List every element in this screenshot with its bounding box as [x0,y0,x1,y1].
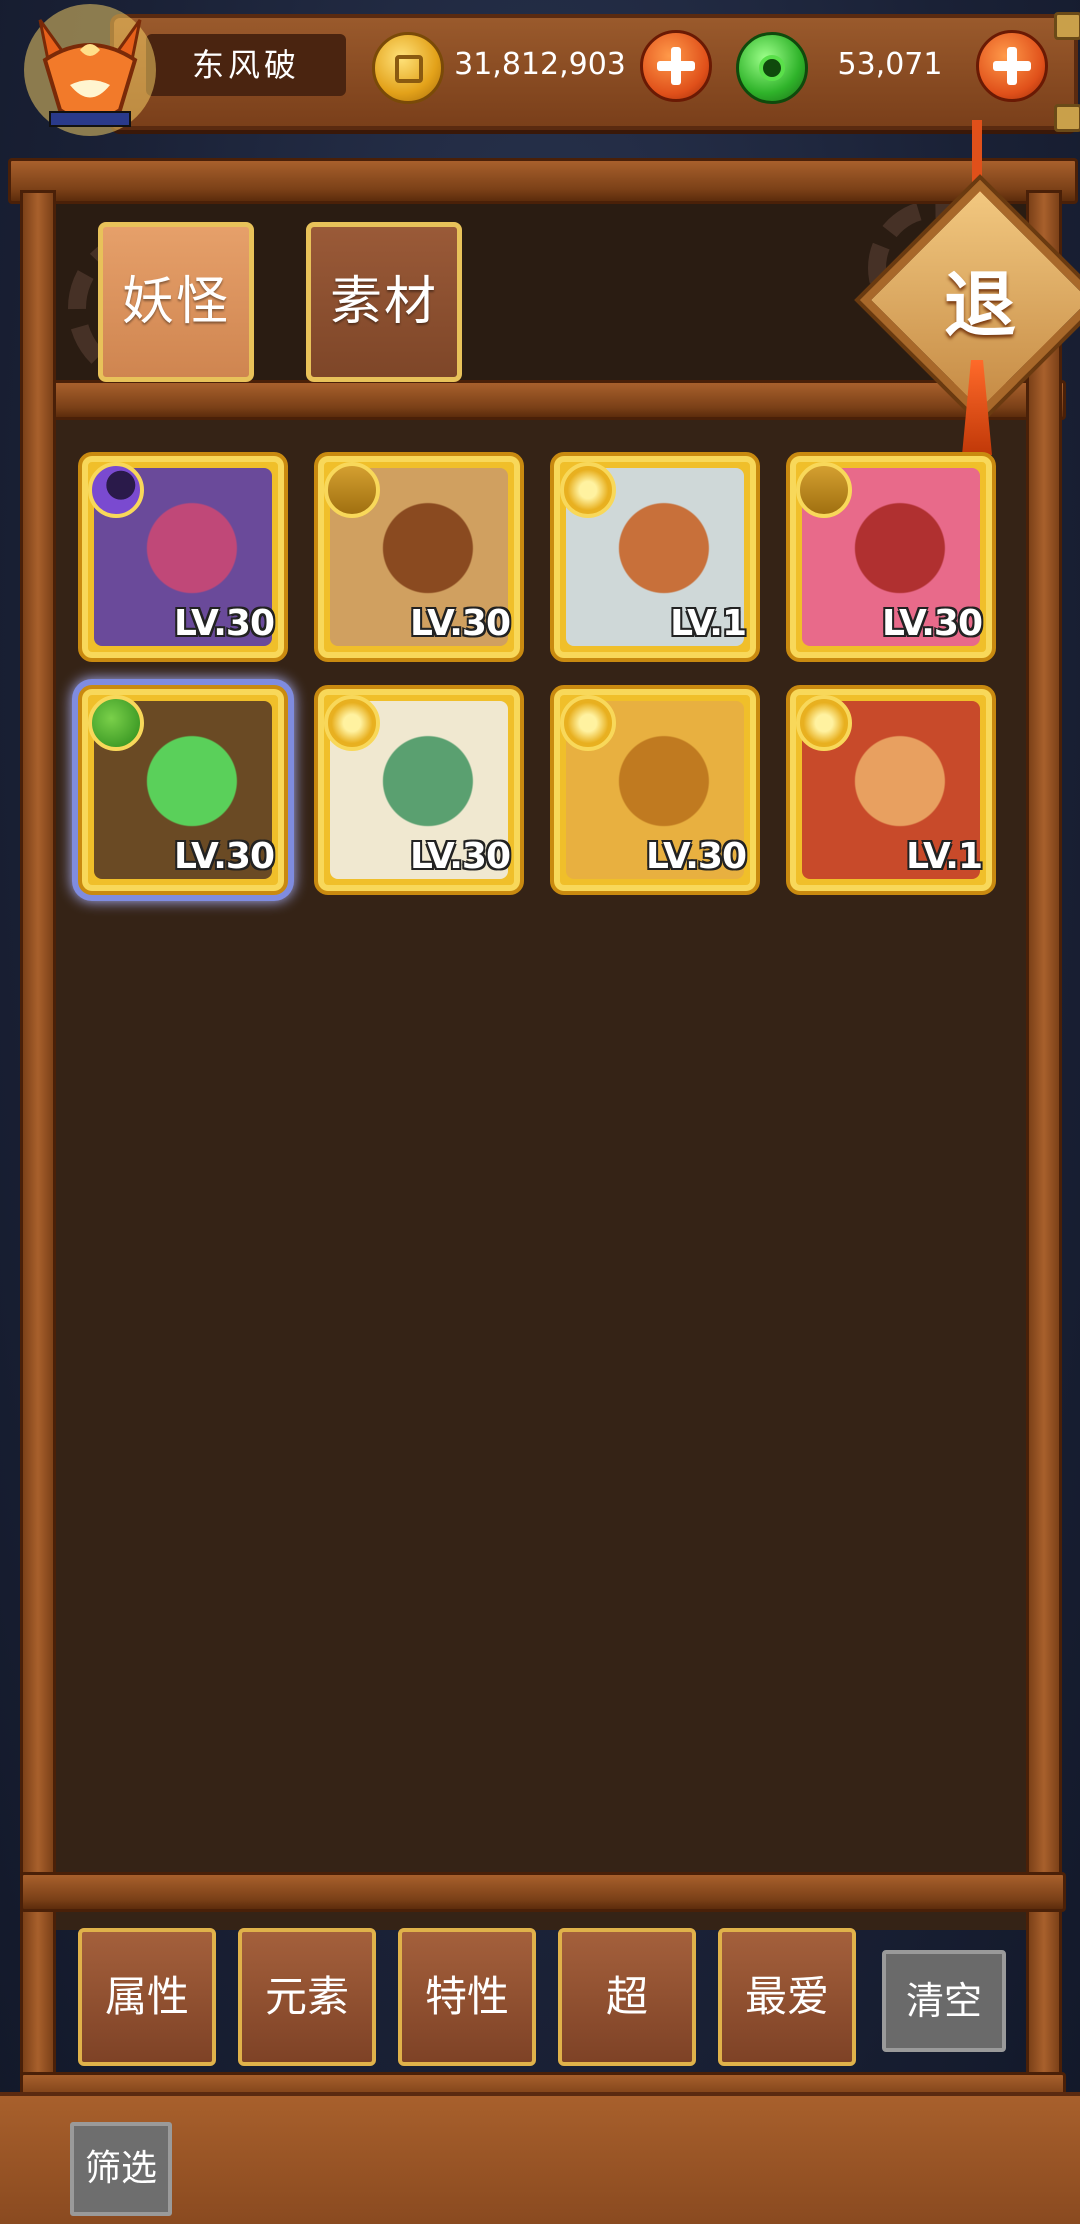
sun-element-icon [324,695,380,751]
tab-materials[interactable]: 素材 [306,222,462,382]
player-name: 东风破 [146,34,346,96]
sun-element-icon [796,695,852,751]
clear-filter-button[interactable]: 清空 [882,1950,1006,2052]
jade-amount: 53,071 [837,47,943,82]
jade-coin-icon [736,32,808,104]
sun-element-icon [560,695,616,751]
monster-level: LV.30 [174,603,275,644]
monster-card[interactable]: LV.30 [314,685,524,895]
bolt-decoration [1054,104,1080,132]
fox-mask-avatar-icon[interactable] [10,0,160,140]
gold-amount: 31,812,903 [454,47,626,82]
monster-card[interactable]: LV.1 [786,685,996,895]
earth-element-icon [796,462,852,518]
filter-favorite-button[interactable]: 最爱 [718,1928,856,2066]
frame-filter-beam [20,1872,1066,1912]
wood-element-icon [88,695,144,751]
monster-card[interactable]: LV.30 [78,452,288,662]
frame-top-beam [8,158,1078,204]
earth-element-icon [324,462,380,518]
filter-super-button[interactable]: 超 [558,1928,696,2066]
monster-card[interactable]: LV.30 [78,685,288,895]
inventory-panel [48,190,1030,1930]
frame-right-post [1026,190,1062,2106]
gold-coin-icon [372,32,444,104]
add-gold-button[interactable] [640,30,712,102]
filter-trait-button[interactable]: 特性 [398,1928,536,2066]
monster-level: LV.30 [174,836,275,877]
bolt-decoration [1054,12,1080,40]
tab-monsters[interactable]: 妖怪 [98,222,254,382]
filter-element-button[interactable]: 元素 [238,1928,376,2066]
filter-toggle-button[interactable]: 筛选 [70,2122,172,2216]
monster-level: LV.1 [670,603,747,644]
frame-left-post [20,190,56,2106]
monster-level: LV.30 [882,603,983,644]
monster-card[interactable]: LV.30 [786,452,996,662]
monster-card[interactable]: LV.1 [550,452,760,662]
monster-card[interactable]: LV.30 [550,685,760,895]
filter-attribute-button[interactable]: 属性 [78,1928,216,2066]
add-jade-button[interactable] [976,30,1048,102]
monster-card[interactable]: LV.30 [314,452,524,662]
monster-level: LV.30 [646,836,747,877]
moon-element-icon [88,462,144,518]
sun-element-icon [560,462,616,518]
monster-level: LV.30 [410,603,511,644]
monster-level: LV.30 [410,836,511,877]
monster-level: LV.1 [906,836,983,877]
